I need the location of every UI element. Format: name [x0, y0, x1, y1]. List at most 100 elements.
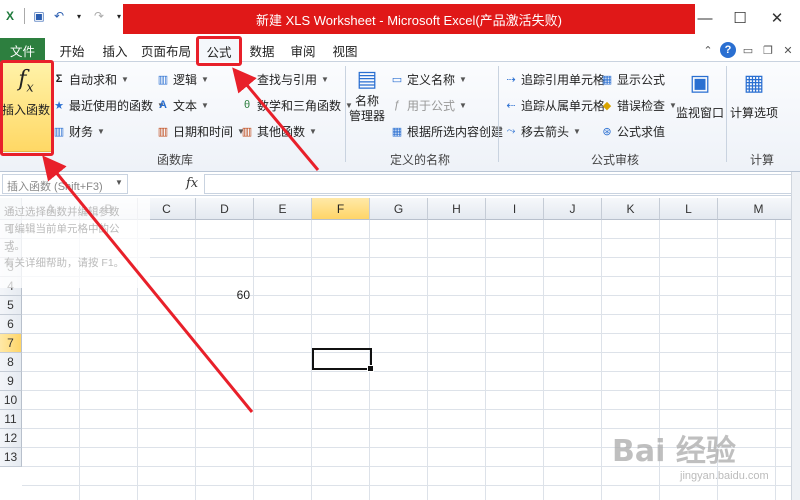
tab-page-layout[interactable]: 页面布局: [138, 38, 194, 62]
column-header-m[interactable]: M: [718, 198, 800, 220]
dropdown-arrow-icon: ▼: [201, 74, 209, 84]
evaluate-formula-button[interactable]: ⊛ 公式求值: [600, 120, 665, 142]
row-header-12[interactable]: 12: [0, 429, 22, 448]
show-formulas-button[interactable]: ▦ 显示公式: [600, 68, 665, 90]
tooltip-line: 有关详细帮助，请按 F1。: [4, 257, 125, 269]
dropdown-arrow-icon: ▼: [309, 126, 317, 136]
row-header-8[interactable]: 8: [0, 353, 22, 372]
name-box-dropdown-icon[interactable]: ▼: [115, 178, 123, 187]
workbook-minimize-icon[interactable]: ▭: [740, 42, 756, 58]
ribbon-tabs: 文件 开始 插入 页面布局 公式 数据 审阅 视图 ⌃ ? ▭ ❐ ✕: [0, 38, 800, 63]
watch-window-label: 监视窗口: [676, 106, 725, 120]
define-name-button[interactable]: ▭ 定义名称 ▼: [390, 68, 467, 90]
date-time-button[interactable]: ▥ 日期和时间 ▼: [156, 120, 245, 142]
row-header-5[interactable]: 5: [0, 296, 22, 315]
column-header-k[interactable]: K: [602, 198, 660, 220]
calculation-options-label: 计算选项: [730, 106, 779, 120]
remove-arrows-button[interactable]: ⤳ 移去箭头 ▼: [504, 120, 581, 142]
collapse-ribbon-icon[interactable]: ⌃: [700, 42, 716, 58]
error-checking-button[interactable]: ◆ 错误检查 ▼: [600, 94, 677, 116]
group-divider: [498, 66, 499, 162]
vertical-scrollbar[interactable]: [791, 172, 800, 500]
qat-separator: [24, 8, 25, 24]
insert-function-fx-icon[interactable]: fx: [186, 176, 198, 191]
trace-dependents-button[interactable]: ⇠ 追踪从属单元格: [504, 94, 605, 116]
tab-review[interactable]: 审阅: [284, 38, 322, 62]
baidu-watermark-url: jingyan.baidu.com: [680, 470, 769, 482]
formulas-tab-highlight: [196, 36, 242, 66]
calculation-options-button[interactable]: ▦ 计算选项: [730, 70, 778, 150]
recently-used-button[interactable]: ★ 最近使用的函数 ▼: [52, 94, 165, 116]
redo-icon[interactable]: ↷: [91, 8, 107, 24]
ribbon-formulas: fx 插入函数 Σ 自动求和 ▼ ★ 最近使用的函数 ▼ ▥ 财务 ▼ ▥ 逻辑 ▼ A…: [0, 62, 800, 172]
logical-button[interactable]: ▥ 逻辑 ▼: [156, 68, 209, 90]
tab-data[interactable]: 数据: [244, 38, 280, 62]
logical-book-icon: ▥: [157, 73, 169, 86]
save-icon[interactable]: ▣: [31, 8, 47, 24]
cell-d4[interactable]: 60: [196, 288, 254, 302]
help-icon[interactable]: ?: [720, 42, 736, 58]
column-header-i[interactable]: I: [486, 198, 544, 220]
lookup-reference-button[interactable]: ⌕ 查找与引用 ▼: [240, 68, 329, 90]
tab-insert[interactable]: 插入: [95, 38, 135, 62]
calculation-group-label: 计算: [749, 153, 774, 167]
undo-icon[interactable]: ↶: [51, 8, 67, 24]
name-manager-button[interactable]: ▤ 名称 管理器: [348, 66, 386, 152]
tab-home[interactable]: 开始: [52, 38, 92, 62]
evaluate-formula-icon: ⊛: [602, 125, 612, 138]
group-divider: [726, 66, 727, 162]
column-header-l[interactable]: L: [660, 198, 718, 220]
row-header-6[interactable]: 6: [0, 315, 22, 334]
title-bar: X ▣ ↶ ▾ ↷ ▾ ▤ ▾ 新建 XLS Worksheet - Micro…: [0, 0, 800, 38]
undo-dropdown-icon[interactable]: ▾: [71, 8, 87, 24]
math-trig-button[interactable]: θ 数学和三角函数 ▼: [240, 94, 353, 116]
maximize-button[interactable]: ☐: [725, 6, 755, 30]
tooltip-line: 通过选择函数并编辑参数: [4, 206, 120, 218]
dropdown-arrow-icon: ▼: [459, 100, 467, 110]
close-button[interactable]: ✕: [762, 6, 792, 30]
column-header-h[interactable]: H: [428, 198, 486, 220]
tab-file[interactable]: 文件: [0, 38, 45, 62]
use-in-formula-button[interactable]: ƒ 用于公式 ▼: [390, 94, 467, 116]
name-manager-label: 名称 管理器: [348, 94, 385, 123]
text-button[interactable]: A 文本 ▼: [156, 94, 209, 116]
column-header-e[interactable]: E: [254, 198, 312, 220]
trace-precedents-button[interactable]: ⇢ 追踪引用单元格: [504, 68, 605, 90]
ribbon-controls: ⌃ ? ▭ ❐ ✕: [700, 42, 796, 58]
row-header-10[interactable]: 10: [0, 391, 22, 410]
minimize-button[interactable]: —: [690, 6, 720, 30]
column-header-g[interactable]: G: [370, 198, 428, 220]
financial-button[interactable]: ▥ 财务 ▼: [52, 120, 105, 142]
column-header-j[interactable]: J: [544, 198, 602, 220]
more-functions-button[interactable]: ▥ 其他函数 ▼: [240, 120, 317, 142]
active-cell-f7[interactable]: [312, 348, 374, 372]
remove-arrows-icon: ⤳: [506, 124, 516, 137]
row-header-11[interactable]: 11: [0, 410, 22, 429]
math-book-icon: θ: [243, 99, 251, 111]
tab-view[interactable]: 视图: [326, 38, 364, 62]
row-header-9[interactable]: 9: [0, 372, 22, 391]
create-from-selection-button[interactable]: ▦ 根据所选内容创建: [390, 120, 503, 142]
insert-function-highlight: [0, 60, 54, 156]
trace-precedents-icon: ⇢: [506, 73, 516, 86]
calendar-book-icon: ▥: [157, 125, 169, 138]
formula-input[interactable]: [204, 174, 794, 194]
column-header-d[interactable]: D: [196, 198, 254, 220]
dropdown-arrow-icon: ▼: [459, 74, 467, 84]
excel-app-icon[interactable]: X: [2, 8, 18, 24]
workbook-restore-icon[interactable]: ❐: [760, 42, 776, 58]
trace-dependents-icon: ⇠: [506, 99, 516, 112]
create-from-selection-icon: ▦: [391, 125, 403, 138]
defined-names-group-label: 定义的名称: [389, 153, 450, 167]
tag-icon: ▭: [391, 73, 403, 86]
column-header-f[interactable]: F: [312, 198, 370, 220]
name-box[interactable]: 插入函数 (Shift+F3): [2, 174, 128, 194]
text-book-icon: A: [159, 99, 167, 111]
workbook-close-icon[interactable]: ✕: [780, 42, 796, 58]
calculator-icon: ▦: [743, 70, 765, 95]
row-header-13[interactable]: 13: [0, 448, 22, 467]
autosum-button[interactable]: Σ 自动求和 ▼: [52, 68, 129, 90]
row-header-7[interactable]: 7: [0, 334, 22, 353]
watch-window-button[interactable]: ▣ 监视窗口: [676, 70, 724, 150]
sigma-icon: Σ: [55, 73, 63, 85]
